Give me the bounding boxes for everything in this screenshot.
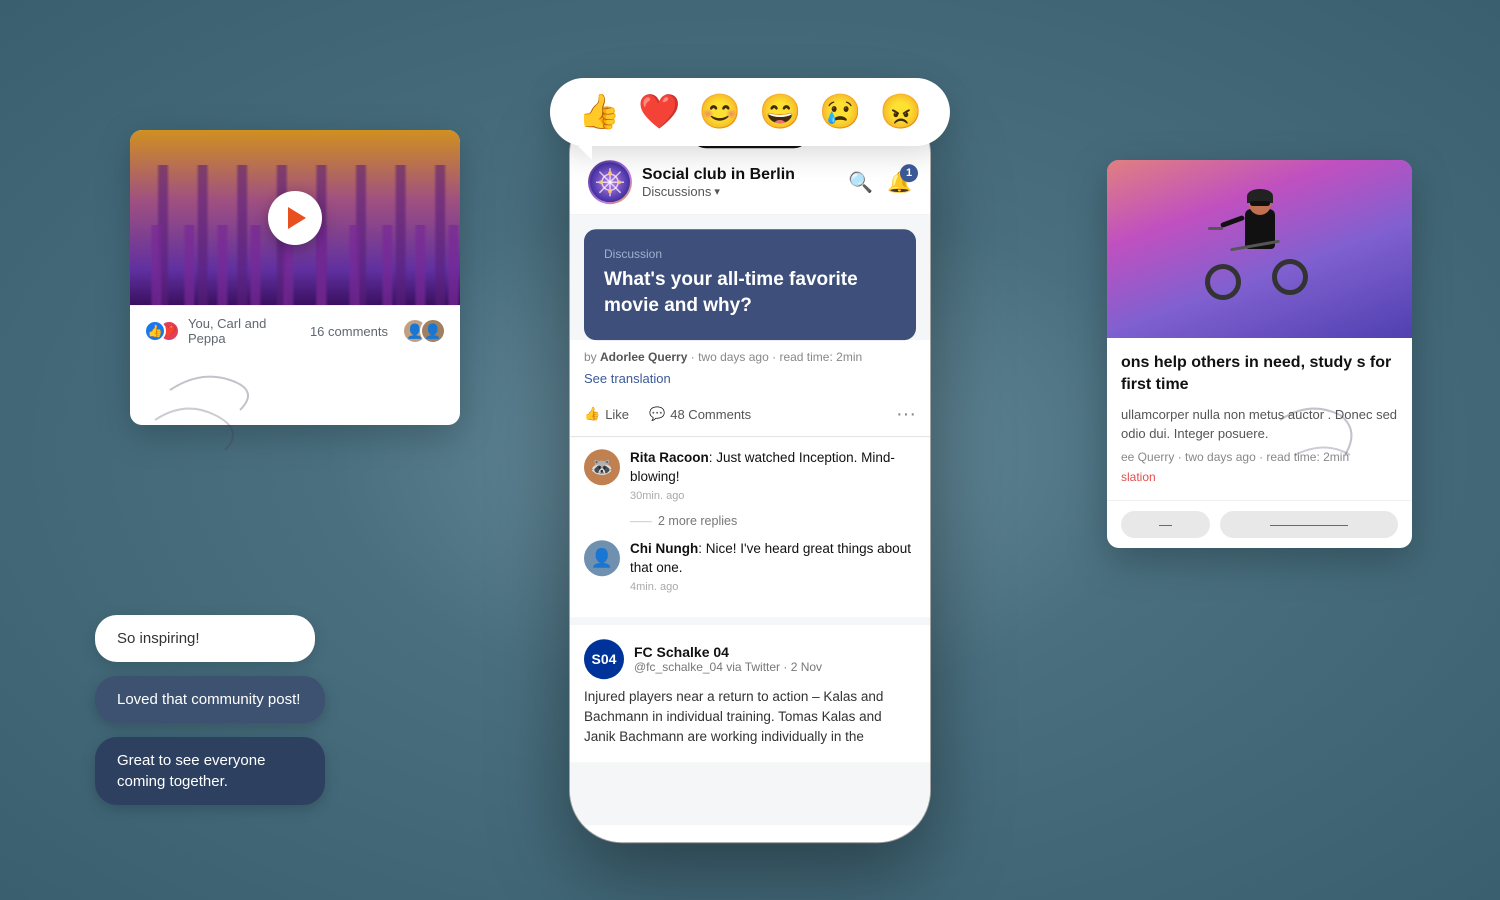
like-button[interactable]: 👍 Like: [584, 406, 629, 422]
grin-reaction[interactable]: 😄: [759, 92, 801, 132]
comments-button[interactable]: 💬 48 Comments: [649, 406, 751, 422]
right-card-actions: — ——————: [1107, 500, 1412, 548]
more-options-button[interactable]: ···: [896, 404, 916, 424]
social-post-card: S04 FC Schalke 04 @fc_schalke_04 via Twi…: [570, 625, 930, 762]
smile-reaction[interactable]: 😊: [699, 92, 741, 132]
chat-bubbles-container: So inspiring! Loved that community post!…: [95, 615, 325, 805]
discussion-meta: by Adorlee Querry · two days ago · read …: [570, 340, 930, 368]
thumbs-up-icon: 👍: [584, 406, 600, 422]
phone-header: Social club in Berlin Discussions ▾ 🔍 🔔 …: [570, 152, 930, 215]
play-button[interactable]: [268, 191, 322, 245]
community-tab[interactable]: Discussions ▾: [642, 184, 838, 199]
right-card: ons help others in need, study s for fir…: [1107, 160, 1412, 548]
search-icon[interactable]: 🔍: [848, 170, 873, 195]
community-logo: [588, 160, 632, 204]
right-action-pill-2[interactable]: ——————: [1220, 511, 1398, 538]
right-card-body: ullamcorper nulla non metus auctor . Don…: [1121, 405, 1398, 444]
community-logo-icon: [590, 162, 630, 202]
comment-avatar-2: 👤: [584, 540, 620, 576]
discussion-card: Discussion What's your all-time favorite…: [584, 229, 916, 340]
chat-bubble-great: Great to see everyone coming together.: [95, 737, 325, 805]
notification-bell-wrapper[interactable]: 🔔 1: [887, 170, 912, 195]
right-card-translation-link[interactable]: slation: [1121, 470, 1156, 484]
right-card-title: ons help others in need, study s for fir…: [1121, 352, 1398, 397]
fc-schalke-logo: S04: [584, 639, 624, 679]
comments-section: 🦝 Rita Racoon: Just watched Inception. M…: [570, 437, 930, 617]
see-translation-link[interactable]: See translation: [584, 371, 671, 386]
comment-icon: 💬: [649, 406, 665, 422]
left-card-footer-text: You, Carl and Peppa: [188, 316, 302, 346]
sad-reaction[interactable]: 😢: [819, 92, 861, 132]
right-card-image: [1107, 160, 1412, 338]
discussion-label: Discussion: [604, 247, 896, 261]
comment-body: Rita Racoon: Just watched Inception. Min…: [630, 449, 916, 502]
community-name: Social club in Berlin: [642, 166, 838, 184]
heart-reaction[interactable]: ❤️: [638, 92, 680, 132]
reaction-bubble: 👍 ❤️ 😊 😄 😢 😠: [550, 78, 950, 146]
right-card-content: ons help others in need, study s for fir…: [1107, 338, 1412, 500]
phone: 9:41 📶: [570, 102, 930, 842]
social-post-name: FC Schalke 04: [634, 644, 822, 660]
comment-text: Rita Racoon: Just watched Inception. Min…: [630, 449, 916, 487]
bg-decoration-left: 👍 ❤️ You, Carl and Peppa 16 comments 👤 👤: [130, 130, 460, 425]
comment-avatar: 🦝: [584, 449, 620, 485]
discussion-author: Adorlee Querry: [600, 350, 687, 364]
discussion-time: two days ago: [698, 350, 769, 364]
comment-time: 30min. ago: [630, 490, 916, 502]
phone-header-info: Social club in Berlin Discussions ▾: [642, 166, 838, 199]
discussion-title[interactable]: What's your all-time favorite movie and …: [604, 267, 896, 318]
phone-header-actions: 🔍 🔔 1: [848, 170, 912, 195]
discussion-actions: 👍 Like 💬 48 Comments ···: [570, 398, 930, 437]
social-post-text: Injured players near a return to action …: [584, 687, 916, 748]
social-post-header: S04 FC Schalke 04 @fc_schalke_04 via Twi…: [584, 639, 916, 679]
phone-wrapper: 9:41 📶: [570, 102, 930, 842]
discussion-read-time: read time: 2min: [779, 350, 862, 364]
angry-reaction[interactable]: 😠: [880, 92, 922, 132]
thumbs-up-reaction[interactable]: 👍: [578, 92, 620, 132]
chat-bubble-loved: Loved that community post!: [95, 676, 325, 723]
right-card-meta: ee Querry · two days ago · read time: 2m…: [1121, 450, 1398, 464]
right-action-pill-1[interactable]: —: [1121, 511, 1210, 538]
social-post-handle: @fc_schalke_04 via Twitter · 2 Nov: [634, 660, 822, 674]
comment-body-2: Chi Nungh: Nice! I've heard great things…: [630, 540, 916, 593]
left-card-footer: 👍 ❤️ You, Carl and Peppa 16 comments 👤 👤: [130, 305, 460, 356]
comment-item-2: 👤 Chi Nungh: Nice! I've heard great thin…: [584, 540, 916, 593]
comments-count: 16 comments: [310, 324, 388, 339]
phone-content[interactable]: Discussion What's your all-time favorite…: [570, 215, 930, 825]
comment-time-2: 4min. ago: [630, 581, 916, 593]
chevron-down-icon: ▾: [714, 185, 720, 198]
more-replies[interactable]: 2 more replies: [630, 514, 916, 528]
chat-bubble-inspiring: So inspiring!: [95, 615, 315, 662]
comment-item: 🦝 Rita Racoon: Just watched Inception. M…: [584, 449, 916, 502]
comment-text-2: Chi Nungh: Nice! I've heard great things…: [630, 540, 916, 578]
notification-badge: 1: [900, 164, 918, 182]
